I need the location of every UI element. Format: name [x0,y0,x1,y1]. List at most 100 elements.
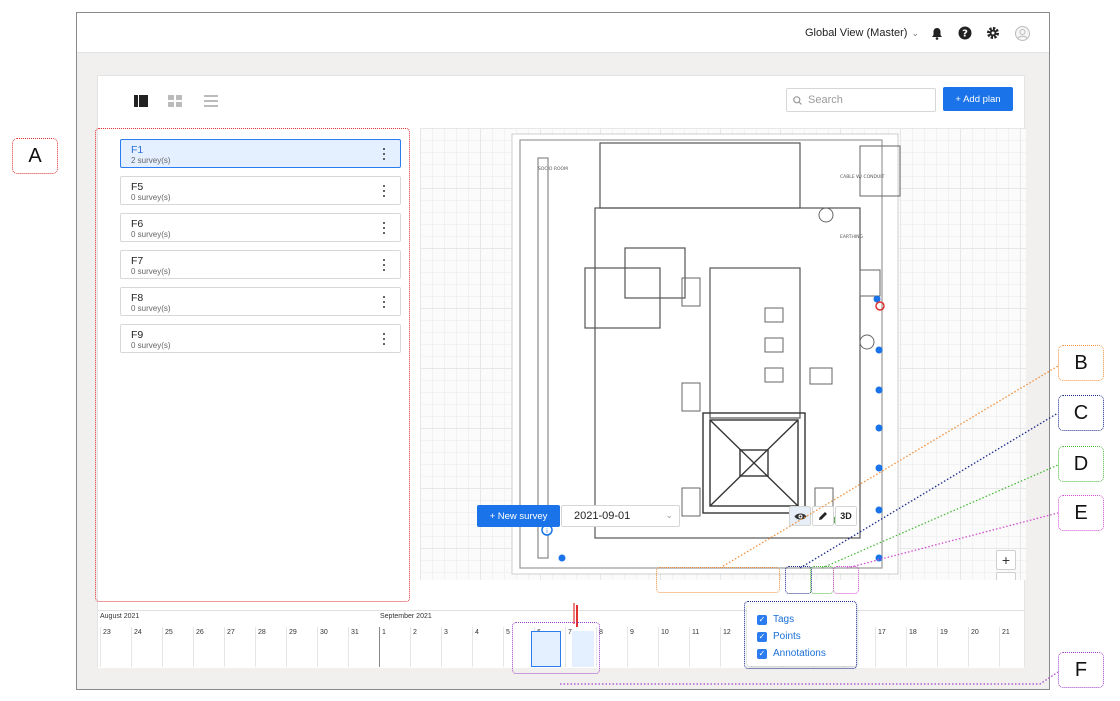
timeline-day[interactable]: 23 [100,627,131,667]
more-options-icon[interactable] [382,296,386,308]
timeline-day[interactable]: 2 [410,627,441,667]
plan-item-f8[interactable]: F8 0 survey(s) [120,287,401,316]
app-window: Global View (Master) ⌄ ? Search + Add pl… [76,12,1050,690]
timeline-current-date-line [576,605,578,627]
plan-survey-count: 0 survey(s) [131,304,171,313]
survey-timeline[interactable]: August 2021 September 2021 23 24 25 26 27 28 2… [98,605,1024,668]
3d-view-button[interactable]: 3D [835,506,857,526]
add-plan-button[interactable]: + Add plan [943,87,1013,111]
timeline-day[interactable]: 11 [689,627,720,667]
timeline-day[interactable]: 17 [875,627,906,667]
timeline-day[interactable]: 9 [627,627,658,667]
checkbox-checked-icon[interactable]: ✓ [757,614,767,625]
plan-item-f6[interactable]: F6 0 survey(s) [120,213,401,242]
timeline-day[interactable]: 29 [286,627,317,667]
plan-survey-count: 0 survey(s) [131,267,171,276]
callout-label-f: F [1058,652,1104,688]
survey-date-value: 2021-09-01 [574,510,631,522]
more-options-icon[interactable] [382,259,386,271]
timeline-day[interactable]: 26 [193,627,224,667]
timeline-day[interactable]: 1 [379,627,410,667]
timeline-day[interactable]: 19 [937,627,968,667]
timeline-survey-marker[interactable] [572,631,594,667]
zoom-out-button[interactable]: − [996,572,1016,580]
layer-toggle-tags[interactable]: ✓ Tags [757,614,794,625]
new-survey-button[interactable]: + New survey [477,505,560,527]
global-view-label: Global View (Master) [804,27,908,39]
svg-text:SOCIO ROOM: SOCIO ROOM [538,166,568,172]
checkbox-checked-icon[interactable]: ✓ [757,631,767,642]
plan-item-f1[interactable]: F1 2 survey(s) [120,139,401,168]
callout-label-a: A [12,138,58,174]
svg-text:EARTHING: EARTHING [840,234,864,240]
callout-label-e: E [1058,495,1104,531]
search-input[interactable]: Search [786,88,936,112]
search-icon [793,95,802,105]
timeline-selected-survey[interactable] [531,631,561,667]
plan-survey-count: 0 survey(s) [131,341,171,350]
svg-text:CABLE W/ CONDUIT: CABLE W/ CONDUIT [840,174,885,180]
timeline-day[interactable]: 25 [162,627,193,667]
timeline-day[interactable]: 28 [255,627,286,667]
eye-icon[interactable] [789,506,811,526]
gear-icon[interactable] [985,25,1001,41]
more-options-icon[interactable] [382,222,386,234]
chevron-down-icon: ⌄ [665,510,673,520]
svg-text:?: ? [962,29,968,40]
timeline-day[interactable]: 8 [596,627,627,667]
timeline-day[interactable]: 5 [503,627,534,667]
timeline-day[interactable]: 10 [658,627,689,667]
layer-label: Tags [773,614,795,625]
more-options-icon[interactable] [382,333,386,345]
chevron-down-icon: ⌄ [911,27,919,38]
plans-toolbar: Search + Add plan [98,76,1024,128]
timeline-day[interactable]: 3 [441,627,472,667]
plan-item-f9[interactable]: F9 0 survey(s) [120,324,401,353]
plan-name: F7 [131,255,144,267]
callout-label-c: C [1058,395,1104,431]
layer-toggle-points[interactable]: ✓ Points [757,631,801,642]
avatar[interactable] [1014,25,1030,41]
layer-label: Annotations [773,648,826,659]
bell-icon[interactable] [929,25,945,41]
top-bar: Global View (Master) ⌄ ? [77,13,1049,53]
plan-item-f5[interactable]: F5 0 survey(s) [120,176,401,205]
pencil-icon[interactable] [812,506,834,526]
layer-toggle-annotations[interactable]: ✓ Annotations [757,648,826,659]
zoom-in-button[interactable]: + [996,550,1016,570]
timeline-day[interactable]: 31 [348,627,379,667]
plan-name: F1 [131,144,144,156]
more-options-icon[interactable] [382,185,386,197]
plans-card: Search + Add plan F1 2 survey(s) F5 0 su… [97,75,1026,668]
help-icon[interactable]: ? [957,25,973,41]
split-view-icon[interactable] [134,94,148,107]
timeline-month-september: September 2021 [380,613,432,620]
plan-survey-count: 0 survey(s) [131,193,171,202]
survey-date-select[interactable]: 2021-09-01 ⌄ [561,505,680,527]
plan-survey-count: 0 survey(s) [131,230,171,239]
search-placeholder: Search [808,94,843,106]
timeline-day[interactable]: 30 [317,627,348,667]
timeline-day[interactable]: 24 [131,627,162,667]
global-view-selector[interactable]: Global View (Master) ⌄ [805,27,919,39]
plan-name: F5 [131,181,144,193]
layers-popover: ✓ Tags ✓ Points ✓ Annotations [747,604,857,666]
timeline-day[interactable]: 27 [224,627,255,667]
timeline-month-august: August 2021 [100,613,140,620]
more-options-icon[interactable] [382,148,386,160]
plan-item-f7[interactable]: F7 0 survey(s) [120,250,401,279]
checkbox-checked-icon[interactable]: ✓ [757,648,767,659]
plan-name: F9 [131,329,144,341]
grid-view-icon[interactable] [168,94,182,107]
timeline-day[interactable]: 20 [968,627,999,667]
plan-name: F6 [131,218,144,230]
timeline-day[interactable]: 18 [906,627,937,667]
plan-list: F1 2 survey(s) F5 0 survey(s) F6 0 surve… [98,128,410,580]
layer-label: Points [773,631,801,642]
timeline-day[interactable]: 21 [999,627,1030,667]
plan-name: F8 [131,292,144,304]
list-view-icon[interactable] [204,94,218,107]
callout-label-d: D [1058,446,1104,482]
timeline-day[interactable]: 4 [472,627,503,667]
callout-label-b: B [1058,345,1104,381]
